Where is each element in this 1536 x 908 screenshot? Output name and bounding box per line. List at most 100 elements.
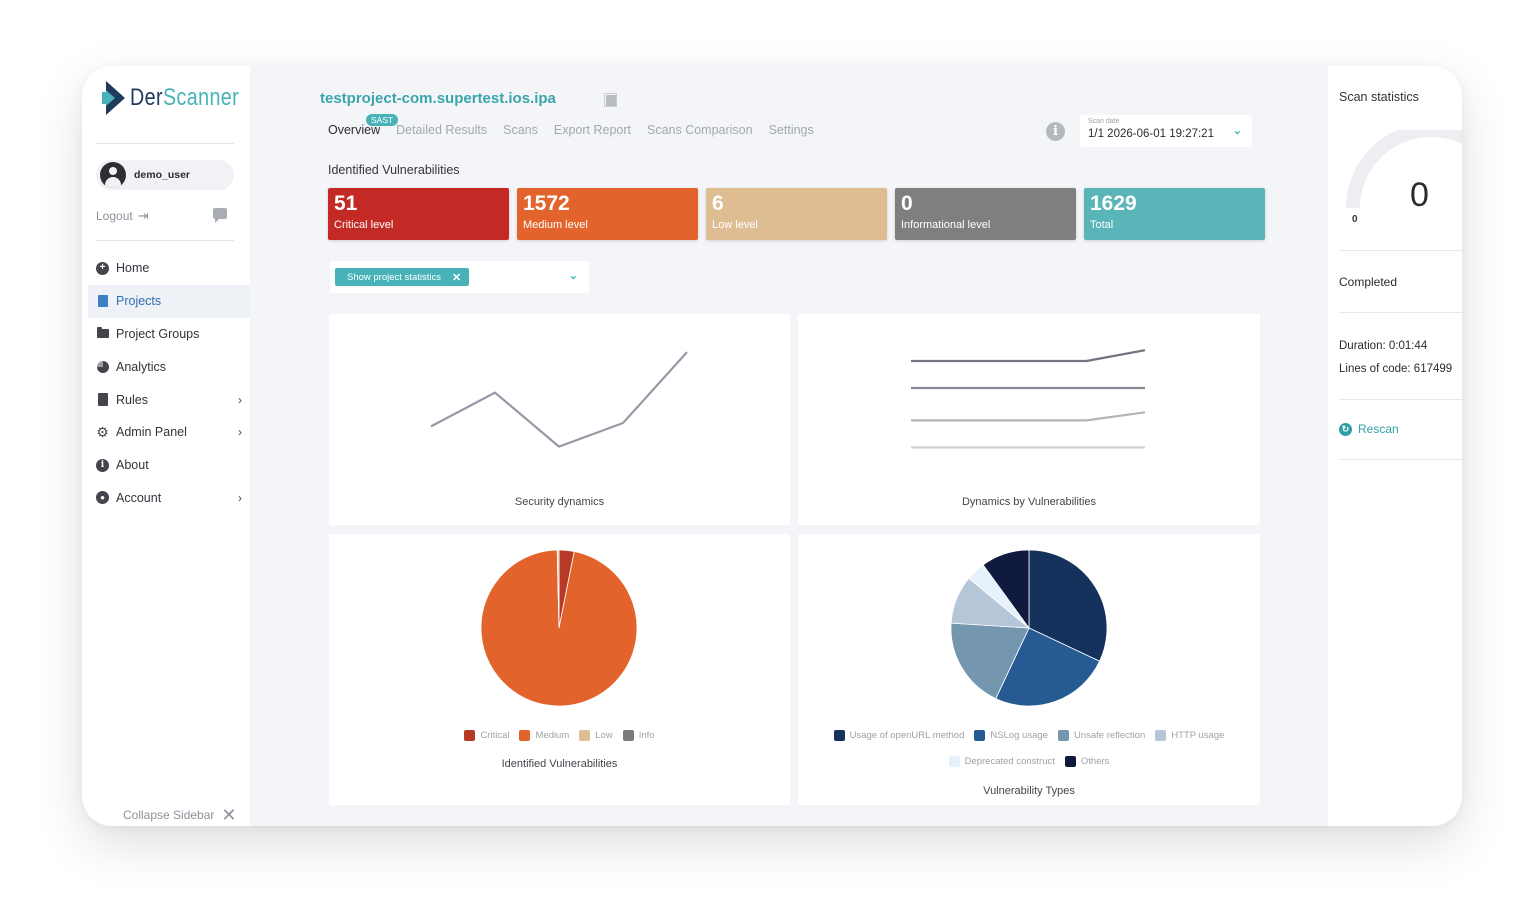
logo-prefix: Der <box>130 84 163 111</box>
legend-item[interactable]: Usage of openURL method <box>833 729 965 742</box>
collapse-sidebar-button[interactable]: Collapse Sidebar ✕ <box>123 806 236 824</box>
scan-date-select[interactable]: Scan date 1/1 2026-06-01 19:27:21 ⌄ <box>1080 115 1252 147</box>
legend-label: NSLog usage <box>990 730 1048 741</box>
legend-item[interactable]: Others <box>1064 755 1109 768</box>
medium-card[interactable]: 1572 Medium level <box>517 188 698 240</box>
card-count: 6 <box>712 192 724 215</box>
legend-label: Usage of openURL method <box>849 730 965 741</box>
legend-label: Deprecated construct <box>964 756 1055 767</box>
chat-icon[interactable] <box>213 208 227 223</box>
filter-tag-label: Show project statistics <box>347 271 441 283</box>
sast-badge: SAST <box>366 114 399 126</box>
legend-item[interactable]: Low <box>579 729 613 742</box>
divider <box>1339 250 1462 251</box>
lines-of-code: Lines of code: 617499 <box>1339 363 1453 375</box>
tab-bar: Overview Detailed Results Scans Export R… <box>328 123 830 137</box>
logo-mark-icon <box>102 81 125 115</box>
total-card[interactable]: 1629 Total <box>1084 188 1265 240</box>
legend-swatch <box>948 756 960 767</box>
legend-item[interactable]: Info <box>622 729 655 742</box>
vulnerability-types-panel: Usage of openURL method NSLog usage Unsafe… <box>798 534 1260 805</box>
card-label: Critical level <box>334 219 394 231</box>
sidebar-item-label: About <box>116 458 149 473</box>
gauge-value: 0 <box>1410 176 1429 214</box>
sidebar-item-projects[interactable]: Projects <box>88 284 250 318</box>
legend-swatch <box>622 730 634 741</box>
legend-swatch <box>464 730 476 741</box>
divider <box>1339 312 1462 313</box>
chart-legend: Critical Medium Low Info <box>329 729 790 742</box>
sidebar-item-admin-panel[interactable]: ⚙ Admin Panel › <box>88 416 250 449</box>
sidebar: DerScanner demo_user Logout ⇥ + Home Pro… <box>82 66 250 826</box>
user-circle-icon: ● <box>96 491 109 505</box>
pie-chart-icon <box>96 360 109 373</box>
panel-title: Identified Vulnerabilities <box>501 758 618 770</box>
plus-circle-icon: + <box>96 261 109 275</box>
tab-scans[interactable]: Scans <box>503 123 538 137</box>
identified-vulnerabilities-chart <box>480 549 638 707</box>
legend-label: Info <box>638 730 655 741</box>
security-dynamics-chart <box>430 351 688 448</box>
legend-swatch <box>1057 730 1069 741</box>
legend-item[interactable]: Unsafe reflection <box>1057 729 1145 742</box>
logo[interactable]: DerScanner <box>102 80 263 116</box>
card-label: Informational level <box>901 219 991 231</box>
filter-tag[interactable]: Show project statistics ✕ <box>335 268 470 286</box>
legend-item[interactable]: Critical <box>464 729 509 742</box>
scan-statistics-title: Scan statistics <box>1339 90 1419 104</box>
informational-card[interactable]: 0 Informational level <box>895 188 1076 240</box>
logo-suffix: Scanner <box>162 84 240 111</box>
legend-label: Critical <box>480 730 510 741</box>
copy-icon[interactable] <box>604 93 617 107</box>
tab-detailed-results[interactable]: Detailed Results <box>396 123 487 137</box>
legend-swatch <box>1155 730 1167 741</box>
sidebar-item-home[interactable]: + Home <box>88 252 250 285</box>
tab-scans-comparison[interactable]: Scans Comparison <box>647 123 753 137</box>
dynamics-by-vulnerabilities-panel: Dynamics by Vulnerabilities <box>798 314 1260 525</box>
scan-duration: Duration: 0:01:44 <box>1339 340 1428 352</box>
scan-statistics-panel: Scan statistics 0 0 Completed Duration: … <box>1328 66 1462 826</box>
card-label: Medium level <box>523 219 588 231</box>
legend-label: HTTP usage <box>1171 730 1225 741</box>
sidebar-item-account[interactable]: ● Account › <box>88 482 250 515</box>
divider <box>1339 459 1462 460</box>
panel-title: Vulnerability Types <box>983 785 1075 797</box>
legend-item[interactable]: NSLog usage <box>974 729 1048 742</box>
chevron-right-icon: › <box>238 490 242 505</box>
chart-legend: Usage of openURL method NSLog usage Unsafe… <box>798 729 1260 768</box>
avatar <box>100 162 126 188</box>
user-pill[interactable]: demo_user <box>96 160 234 190</box>
clipboard-icon <box>96 393 109 407</box>
collapse-sidebar-label: Collapse Sidebar <box>123 808 215 822</box>
chevron-down-icon: ⌄ <box>568 270 578 282</box>
refresh-icon: ↻ <box>1339 422 1352 436</box>
statistics-filter-select[interactable]: Show project statistics ✕ ⌄ <box>330 261 589 293</box>
legend-item[interactable]: Medium <box>519 729 569 742</box>
sidebar-item-project-groups[interactable]: Project Groups <box>88 318 250 351</box>
sidebar-item-label: Admin Panel <box>116 425 187 440</box>
series-line-1 <box>430 351 688 448</box>
rescan-label: Rescan <box>1358 422 1399 436</box>
dynamics-by-vulnerabilities-chart <box>911 349 1146 449</box>
legend-label: Low <box>595 730 613 741</box>
legend-item[interactable]: Deprecated construct <box>948 755 1055 768</box>
legend-item[interactable]: HTTP usage <box>1155 729 1224 742</box>
sidebar-item-label: Account <box>116 490 162 505</box>
sidebar-item-about[interactable]: i About <box>88 449 250 482</box>
sidebar-item-rules[interactable]: Rules › <box>88 383 250 416</box>
remove-tag-icon[interactable]: ✕ <box>452 271 461 284</box>
tab-settings[interactable]: Settings <box>769 123 814 137</box>
rescan-button[interactable]: ↻ Rescan <box>1339 422 1399 436</box>
sidebar-nav: + Home Projects Project Groups Analytics… <box>88 252 250 514</box>
info-icon[interactable]: i <box>1046 122 1065 141</box>
low-card[interactable]: 6 Low level <box>706 188 887 240</box>
divider <box>1339 399 1462 400</box>
critical-card[interactable]: 51 Critical level <box>328 188 509 240</box>
gear-icon: ⚙ <box>96 424 109 441</box>
gauge-track <box>1346 130 1462 209</box>
sidebar-divider <box>96 240 234 241</box>
sidebar-item-analytics[interactable]: Analytics <box>88 350 250 383</box>
chevron-right-icon: › <box>238 425 242 440</box>
tab-export-report[interactable]: Export Report <box>554 123 631 137</box>
logout-link[interactable]: Logout ⇥ <box>96 208 149 224</box>
